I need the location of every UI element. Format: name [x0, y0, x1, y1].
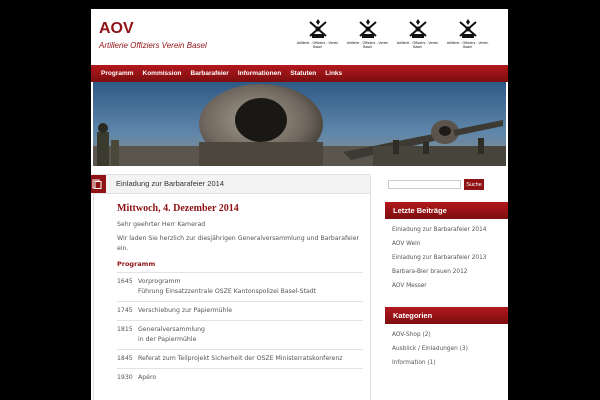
logo-text: Artillerie - Offiziers - Verein Basel	[396, 41, 439, 49]
programm-time: 1645	[117, 278, 133, 285]
site-header: AOV Artillerie Offiziers Verein Basel Ar…	[91, 9, 508, 65]
logo: Artillerie - Offiziers - Verein Basel	[444, 15, 491, 57]
programm-row: 1815 Generalversammlung in der Papiermüh…	[117, 320, 363, 349]
programm-desc-line: Vorprogramm	[138, 278, 181, 285]
post-icon	[91, 175, 106, 193]
page-container: AOV Artillerie Offiziers Verein Basel Ar…	[91, 9, 508, 400]
programm-label: Programm	[117, 260, 156, 268]
crossed-cannons-icon	[408, 19, 427, 38]
nav-item-barbarafeier[interactable]: Barbarafeier	[191, 70, 229, 77]
categories-list: AOV-Shop (2) Ausblick / Einladungen (3) …	[392, 330, 508, 372]
programm-desc-line: in der Papiermühle	[138, 336, 197, 343]
programm-time: 1930	[117, 374, 133, 381]
site-title[interactable]: AOV	[99, 20, 134, 38]
header-banner-image	[93, 82, 506, 166]
category-link[interactable]: AOV-Shop (2)	[392, 330, 508, 344]
logo-text: Artillerie - Offiziers - Verein Basel	[446, 41, 489, 49]
recent-post-link[interactable]: AOV Messer	[392, 281, 508, 295]
programm-desc: Referat zum Teilprojekt Sicherheit der O…	[138, 355, 343, 362]
main-nav: Programm Kommission Barbarafeier Informa…	[91, 65, 508, 82]
recent-post-link[interactable]: Barbara-Bier brauen 2012	[392, 267, 508, 281]
programm-desc: Generalversammlung in der Papiermühle	[138, 325, 205, 345]
nav-item-informationen[interactable]: Informationen	[238, 70, 281, 77]
banner-artillery-photo	[93, 82, 506, 166]
programm-row: 1930 Apéro	[117, 368, 363, 387]
category-link[interactable]: Ausblick / Einladungen (3)	[392, 344, 508, 358]
nav-item-links[interactable]: Links	[325, 70, 342, 77]
programm-time: 1815	[117, 326, 133, 333]
logo: Artillerie - Offiziers - Verein Basel	[294, 15, 341, 57]
crossed-cannons-icon	[308, 19, 327, 38]
post-greeting: Sehr geehrter Herr Kamerad	[117, 221, 206, 228]
search-button[interactable]: Suche	[464, 179, 484, 190]
nav-item-kommission[interactable]: Kommission	[143, 70, 182, 77]
category-link[interactable]: Information (1)	[392, 358, 508, 372]
recent-post-link[interactable]: Einladung zur Barbarafeier 2013	[392, 253, 508, 267]
article-header: Einladung zur Barbarafeier 2014	[91, 175, 370, 194]
crossed-cannons-icon	[458, 19, 477, 38]
article-header-title[interactable]: Einladung zur Barbarafeier 2014	[116, 179, 224, 188]
programm-desc-line: Führung Einsatzzentrale OSZE Kantonspoli…	[138, 288, 317, 295]
article-box: Einladung zur Barbarafeier 2014 Mittwoch…	[91, 174, 371, 400]
programm-desc: Verschiebung zur Papiermühle	[138, 307, 233, 314]
logo-text: Artillerie - Offiziers - Verein Basel	[296, 41, 339, 49]
programm-desc: Apéro	[138, 374, 157, 381]
nav-item-programm[interactable]: Programm	[101, 70, 134, 77]
recent-post-link[interactable]: Einladung zur Barbarafeier 2014	[392, 225, 508, 239]
search-input[interactable]	[388, 180, 461, 189]
categories-title: Kategorien	[385, 307, 508, 324]
sidebar: Suche Letzte Beiträge Einladung zur Barb…	[385, 179, 508, 372]
logo-strip: Artillerie - Offiziers - Verein Basel Ar…	[294, 15, 491, 57]
search-form: Suche	[388, 179, 508, 190]
site-tagline: Artillerie Offiziers Verein Basel	[99, 41, 207, 50]
programm-row: 1745 Verschiebung zur Papiermühle	[117, 301, 363, 320]
nav-item-statuten[interactable]: Statuten	[290, 70, 316, 77]
crossed-cannons-icon	[358, 19, 377, 38]
recent-posts-title: Letzte Beiträge	[385, 202, 508, 219]
post-body: Sehr geehrter Herr Kamerad Wir laden Sie…	[117, 220, 363, 387]
logo: Artillerie - Offiziers - Verein Basel	[394, 15, 441, 57]
programm-time: 1845	[117, 355, 133, 362]
programm-desc: Vorprogramm Führung Einsatzzentrale OSZE…	[138, 277, 316, 297]
recent-post-link[interactable]: AOV Wein	[392, 239, 508, 253]
recent-posts-list: Einladung zur Barbarafeier 2014 AOV Wein…	[392, 225, 508, 295]
programm-row: 1845 Referat zum Teilprojekt Sicherheit …	[117, 349, 363, 368]
post-title[interactable]: Mittwoch, 4. Dezember 2014	[117, 203, 239, 214]
programm-desc-line: Generalversammlung	[138, 326, 205, 333]
programm-time: 1745	[117, 307, 133, 314]
logo: Artillerie - Offiziers - Verein Basel	[344, 15, 391, 57]
programm-row: 1645 Vorprogramm Führung Einsatzzentrale…	[117, 272, 363, 301]
post-intro: Wir laden Sie herzlich zur diesjährigen …	[117, 235, 360, 252]
logo-text: Artillerie - Offiziers - Verein Basel	[346, 41, 389, 49]
